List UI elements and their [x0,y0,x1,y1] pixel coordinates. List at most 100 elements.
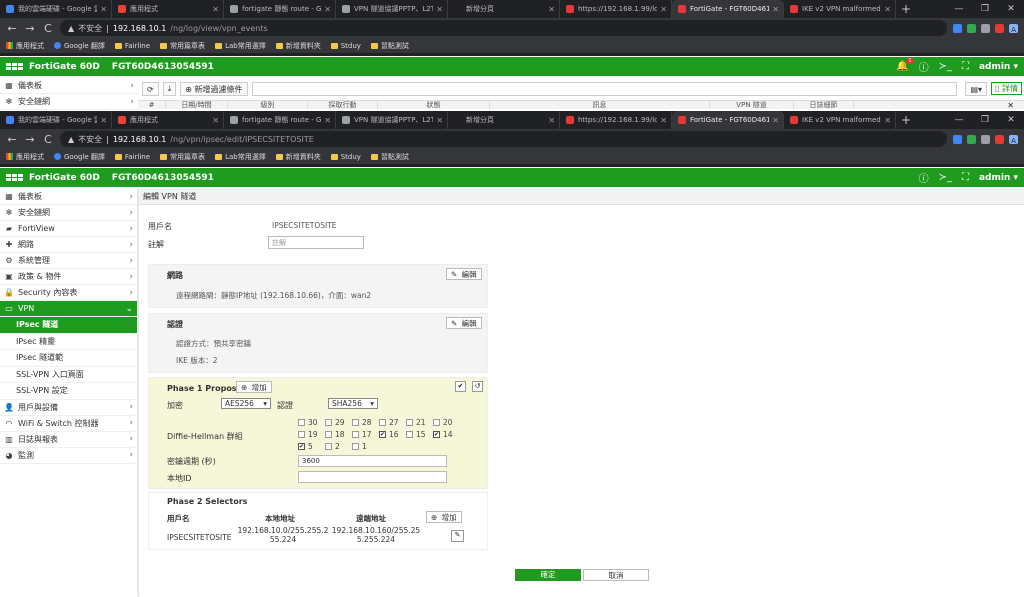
bookmark-item[interactable]: Google 翻譯 [54,41,105,51]
dh-checkbox[interactable] [406,419,413,426]
local-id-input[interactable] [298,471,447,483]
phase1-add-button[interactable]: ⊕ 增加 [236,381,272,393]
new-tab-button[interactable]: + [896,111,916,129]
browser-tab[interactable]: 應用程式 ✕ [112,111,224,129]
sidebar-subitem[interactable]: SSL-VPN 設定 [0,383,137,400]
back-icon[interactable]: ← [6,133,18,146]
close-icon[interactable]: ✕ [548,5,555,14]
dh-group-option[interactable]: 2 [325,442,355,451]
browser-tab[interactable]: https://192.168.1.99/log ✕ [560,111,672,129]
fullscreen-icon[interactable]: ⛶ [962,61,969,72]
bookmark-item[interactable]: Fairline [114,42,150,50]
terminal-icon[interactable]: ≻_ [939,172,952,183]
forward-icon[interactable]: → [24,133,36,146]
dh-group-option[interactable]: 29 [325,418,355,427]
sidebar-item[interactable]: ◠ WiFi & Switch 控制器 › [0,416,137,432]
reload-icon[interactable]: C [42,133,54,146]
dh-checkbox[interactable] [406,431,413,438]
add-filter-button[interactable]: ⊕ 新增過濾條件 [180,82,248,96]
dh-group-option[interactable]: 27 [379,418,409,427]
terminal-icon[interactable]: ≻_ [939,61,952,72]
url-field[interactable]: ▲ 不安全 | 192.168.10.1/ng/vpn/ipsec/edit/I… [60,131,947,147]
dh-checkbox[interactable]: ✔ [433,431,440,438]
translate-ext-icon[interactable] [953,23,962,33]
sidebar-item[interactable]: 👤 用戶與設備 › [0,400,137,416]
pdf-ext-icon[interactable] [995,23,1004,33]
bookmark-item[interactable]: 常用篇章表 [160,41,205,51]
sidebar-subitem[interactable]: IPsec 隧道 ☆ [0,317,137,334]
dh-checkbox[interactable] [298,431,305,438]
sidebar-item[interactable]: ✚ 網路 › [0,237,137,253]
close-window-button[interactable]: ✕ [998,0,1024,18]
dh-checkbox[interactable]: ✔ [298,443,305,450]
dh-checkbox[interactable] [379,419,386,426]
close-icon[interactable]: ✕ [772,5,779,14]
column-header[interactable]: VPN 隧道 [710,101,794,109]
sidebar-item[interactable]: ⚙ 系統管理 › [0,253,137,269]
network-edit-button[interactable]: ✎ 編輯 [446,268,482,280]
view-options-button[interactable]: ▤▾ [965,82,988,96]
dh-checkbox[interactable] [352,419,359,426]
close-icon[interactable]: ✕ [660,5,667,14]
back-icon[interactable]: ← [6,22,18,35]
browser-tab[interactable]: fortigate 靜態 route - Go ✕ [224,0,336,18]
ext-icon[interactable] [981,134,990,144]
translate-ext-icon[interactable] [953,134,962,144]
close-icon[interactable]: ✕ [212,116,219,125]
bell-icon[interactable]: 🔔 1 [896,58,914,72]
column-header[interactable]: 日期/時間 [166,101,228,109]
column-header[interactable]: # [138,101,166,109]
close-icon[interactable]: ✕ [884,116,891,125]
reload-icon[interactable]: C [42,22,54,35]
dh-group-option[interactable]: 18 [325,430,355,439]
bookmark-item[interactable]: 新增資料夾 [275,41,321,51]
comment-field[interactable]: 註解 [268,236,364,249]
sidebar-item[interactable]: ◕ 監測 › [0,448,137,464]
close-icon[interactable]: ✕ [436,116,443,125]
drive-ext-icon[interactable] [967,23,976,33]
close-icon[interactable]: ✕ [100,5,107,14]
bookmark-item[interactable]: Google 翻譯 [54,152,105,162]
close-icon[interactable]: ✕ [324,5,331,14]
bookmark-item[interactable]: 常用篇章表 [160,152,205,162]
dh-group-option[interactable]: ✔ 16 [379,430,409,439]
close-icon[interactable]: ✕ [1007,101,1014,109]
dh-checkbox[interactable] [325,431,332,438]
browser-tab[interactable]: FortiGate - FGT60D4613 ✕ [672,111,784,129]
phase2-add-button[interactable]: ⊕ 增加 [426,511,462,523]
dh-group-option[interactable]: 20 [433,418,463,427]
sidebar-item-dashboard[interactable]: ▦ 儀表板 › [0,78,138,94]
auth-select[interactable]: SHA256 ▾ [328,398,378,409]
dh-checkbox[interactable] [325,419,332,426]
column-header[interactable]: 狀態 [378,101,490,109]
bookmark-item[interactable]: Lab常用選擇 [215,152,266,162]
edit-selector-icon[interactable]: ✎ [451,530,464,542]
help-icon[interactable]: ⓘ [919,59,929,74]
auth-edit-button[interactable]: ✎ 編輯 [446,317,482,329]
maximize-button[interactable]: ❐ [972,111,998,129]
dh-group-option[interactable]: 15 [406,430,436,439]
close-icon[interactable]: ✕ [212,5,219,14]
dh-checkbox[interactable] [352,443,359,450]
browser-tab[interactable]: https://192.168.1.99/log ✕ [560,0,672,18]
profile-avatar[interactable]: A [1009,134,1018,145]
dh-group-option[interactable]: 17 [352,430,382,439]
dh-checkbox[interactable] [433,419,440,426]
bookmark-item[interactable]: 習點測試 [370,152,409,162]
close-icon[interactable]: ✕ [324,116,331,125]
dh-group-option[interactable]: 30 [298,418,328,427]
dh-group-option[interactable]: ✔ 14 [433,430,463,439]
dh-checkbox[interactable] [298,419,305,426]
bookmark-item[interactable]: 新增資料夾 [275,152,321,162]
fullscreen-icon[interactable]: ⛶ [962,172,969,183]
bookmark-item[interactable]: Fairline [114,153,150,161]
refresh-button[interactable]: ⟳ [142,82,159,96]
close-icon[interactable]: ✕ [100,116,107,125]
bookmark-item[interactable]: 應用程式 [6,152,44,162]
dh-group-option[interactable]: 1 [352,442,382,451]
user-menu[interactable]: admin ▾ [979,173,1018,183]
new-tab-button[interactable]: + [896,0,916,18]
encryption-select[interactable]: AES256 ▾ [221,398,271,409]
browser-tab[interactable]: FortiGate - FGT60D4613 ✕ [672,0,784,18]
sidebar-subitem[interactable]: IPsec 隧道範 [0,350,137,367]
